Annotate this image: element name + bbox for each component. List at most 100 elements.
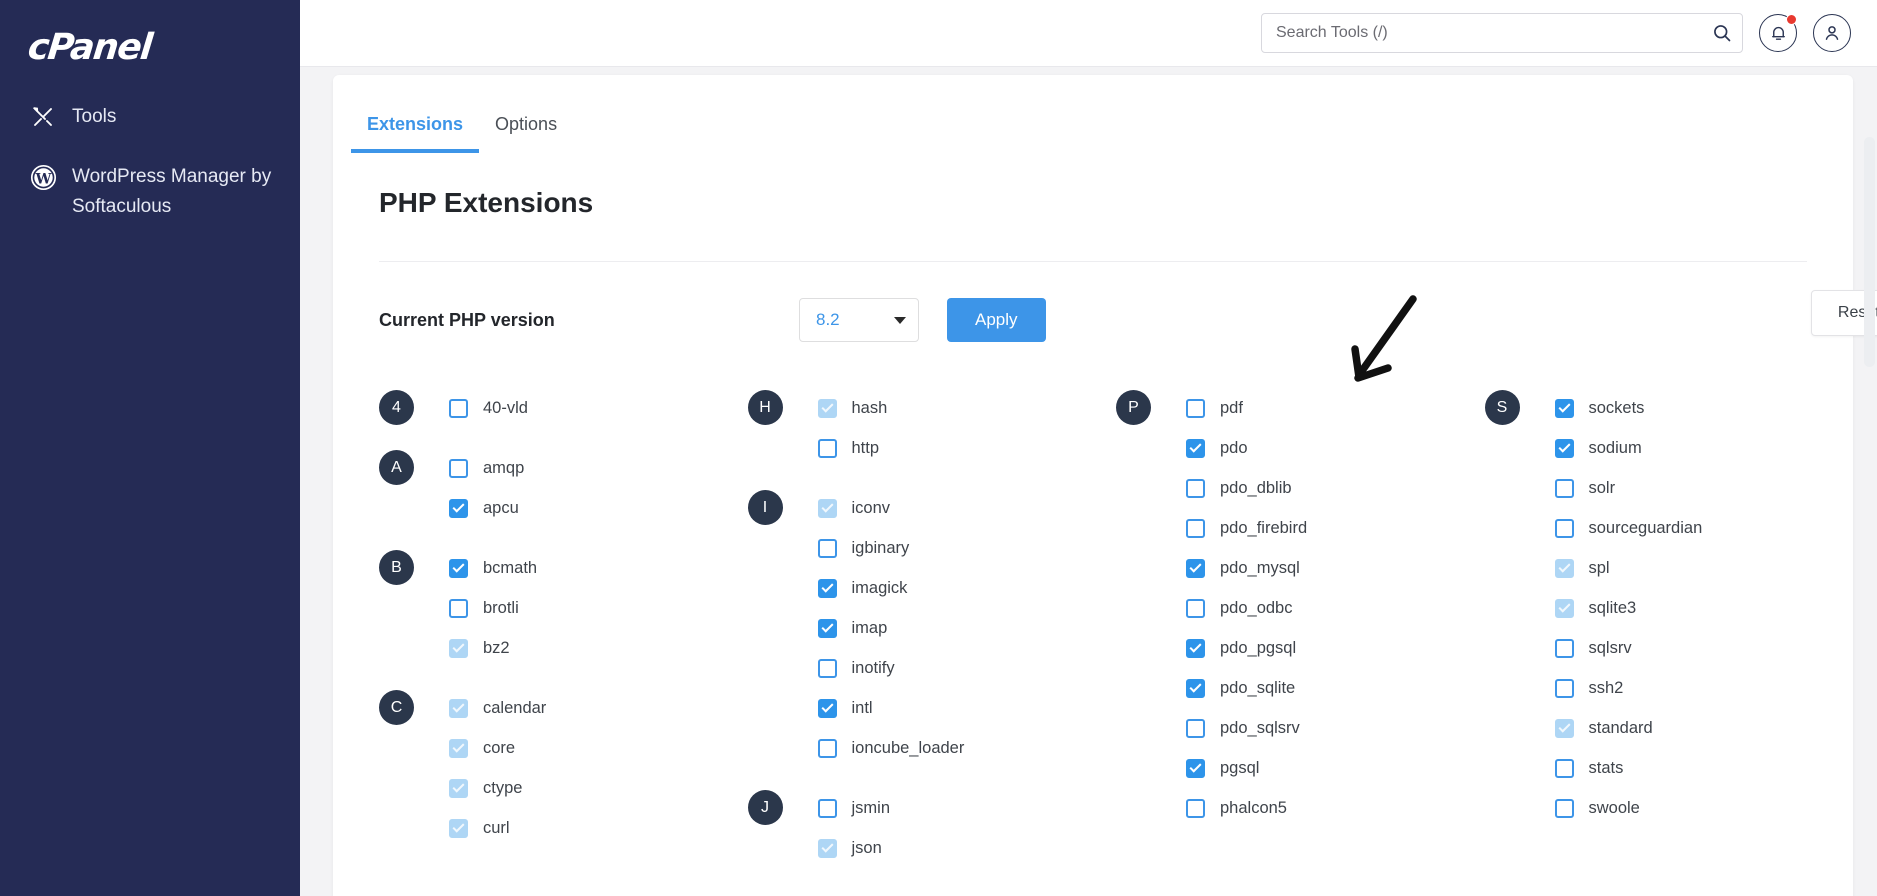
scrollbar-thumb[interactable] bbox=[1864, 137, 1875, 367]
account-button[interactable] bbox=[1813, 14, 1851, 52]
extension-row[interactable]: intl bbox=[817, 688, 1117, 728]
extension-row[interactable]: pdo_dblib bbox=[1186, 468, 1485, 508]
extension-row[interactable]: 40-vld bbox=[449, 388, 748, 428]
checkbox-iconv bbox=[817, 498, 837, 518]
extension-row[interactable]: brotli bbox=[449, 588, 748, 628]
extension-row[interactable]: stats bbox=[1554, 748, 1854, 788]
sidebar-item-tools[interactable]: Tools bbox=[0, 96, 300, 138]
checkbox-pdo_firebird[interactable] bbox=[1186, 518, 1205, 538]
extension-row[interactable]: igbinary bbox=[817, 528, 1117, 568]
checkbox-pdo_mysql[interactable] bbox=[1186, 558, 1205, 578]
extension-row[interactable]: calendar bbox=[449, 688, 748, 728]
checkbox-sourceguardian[interactable] bbox=[1554, 518, 1574, 538]
checkbox-solr[interactable] bbox=[1554, 478, 1574, 498]
checkbox-stats[interactable] bbox=[1554, 758, 1574, 778]
extension-label: spl bbox=[1588, 558, 1610, 577]
extension-label: brotli bbox=[483, 598, 519, 617]
extension-row[interactable]: curl bbox=[449, 808, 748, 848]
extension-row[interactable]: pdo_odbc bbox=[1186, 588, 1485, 628]
checkbox-ioncube_loader[interactable] bbox=[817, 738, 837, 758]
extension-row[interactable]: sqlsrv bbox=[1554, 628, 1854, 668]
checkbox-pdo_pgsql[interactable] bbox=[1186, 638, 1205, 658]
extension-row[interactable]: ioncube_loader bbox=[817, 728, 1117, 768]
extension-row[interactable]: pdo_sqlsrv bbox=[1186, 708, 1485, 748]
tab-options[interactable]: Options bbox=[479, 114, 573, 153]
extension-row[interactable]: pdo_pgsql bbox=[1186, 628, 1485, 668]
extension-row[interactable]: core bbox=[449, 728, 748, 768]
checkbox-brotli[interactable] bbox=[449, 598, 468, 618]
checkbox-intl[interactable] bbox=[817, 698, 837, 718]
checkbox-inotify[interactable] bbox=[817, 658, 837, 678]
search-icon[interactable] bbox=[1711, 22, 1733, 44]
extension-row[interactable]: sqlite3 bbox=[1554, 588, 1854, 628]
extension-label: imap bbox=[851, 618, 888, 637]
checkbox-pdo_odbc[interactable] bbox=[1186, 598, 1205, 618]
extension-row[interactable]: imagick bbox=[817, 568, 1117, 608]
extension-label: ioncube_loader bbox=[851, 738, 965, 757]
extension-label: amqp bbox=[483, 458, 525, 477]
checkbox-sodium[interactable] bbox=[1554, 438, 1574, 458]
checkbox-imap[interactable] bbox=[817, 618, 837, 638]
checkbox-pdo_sqlite[interactable] bbox=[1186, 678, 1205, 698]
group-items: 40-vld bbox=[449, 388, 748, 428]
checkbox-bcmath[interactable] bbox=[449, 558, 468, 578]
extension-row[interactable]: sourceguardian bbox=[1554, 508, 1854, 548]
extension-row[interactable]: iconv bbox=[817, 488, 1117, 528]
php-version-select[interactable]: 8.2 bbox=[799, 298, 919, 342]
checkbox-phalcon5[interactable] bbox=[1186, 798, 1205, 818]
checkbox-pdf[interactable] bbox=[1186, 398, 1205, 418]
extension-row[interactable]: sodium bbox=[1554, 428, 1854, 468]
extension-row[interactable]: pdo_sqlite bbox=[1186, 668, 1485, 708]
extension-row[interactable]: ctype bbox=[449, 768, 748, 808]
topbar bbox=[300, 0, 1877, 67]
sidebar-item-wordpress-manager[interactable]: W WordPress Manager by Softaculous bbox=[0, 156, 300, 228]
checkbox-pgsql[interactable] bbox=[1186, 758, 1205, 778]
extension-row[interactable]: hash bbox=[817, 388, 1117, 428]
checkbox-jsmin[interactable] bbox=[817, 798, 837, 818]
page-scrollbar[interactable] bbox=[1864, 137, 1875, 896]
brand[interactable]: cPanel bbox=[0, 0, 300, 96]
checkbox-sqlsrv[interactable] bbox=[1554, 638, 1574, 658]
extension-row[interactable]: json bbox=[817, 828, 1117, 868]
checkbox-imagick[interactable] bbox=[817, 578, 837, 598]
extension-row[interactable]: solr bbox=[1554, 468, 1854, 508]
extension-row[interactable]: pdo_firebird bbox=[1186, 508, 1485, 548]
extension-row[interactable]: swoole bbox=[1554, 788, 1854, 828]
checkbox-sockets[interactable] bbox=[1554, 398, 1574, 418]
extension-row[interactable]: standard bbox=[1554, 708, 1854, 748]
extension-row[interactable]: pdo_mysql bbox=[1186, 548, 1485, 588]
checkbox-apcu[interactable] bbox=[449, 498, 468, 518]
apply-button[interactable]: Apply bbox=[947, 298, 1046, 342]
checkbox-swoole[interactable] bbox=[1554, 798, 1574, 818]
extension-row[interactable]: inotify bbox=[817, 648, 1117, 688]
checkbox-pdo_dblib[interactable] bbox=[1186, 478, 1205, 498]
extension-row[interactable]: http bbox=[817, 428, 1117, 468]
extension-row[interactable]: pdf bbox=[1186, 388, 1485, 428]
extension-row[interactable]: bz2 bbox=[449, 628, 748, 668]
checkbox-amqp[interactable] bbox=[449, 458, 468, 478]
extension-row[interactable]: phalcon5 bbox=[1186, 788, 1485, 828]
tab-extensions[interactable]: Extensions bbox=[351, 114, 480, 153]
checkbox-pdo_sqlsrv[interactable] bbox=[1186, 718, 1205, 738]
extension-row[interactable]: apcu bbox=[449, 488, 748, 528]
check-icon bbox=[820, 620, 834, 633]
extension-row[interactable]: imap bbox=[817, 608, 1117, 648]
extension-row[interactable]: sockets bbox=[1554, 388, 1854, 428]
extension-row[interactable]: pgsql bbox=[1186, 748, 1485, 788]
extension-row[interactable]: jsmin bbox=[817, 788, 1117, 828]
extension-row[interactable]: pdo bbox=[1186, 428, 1485, 468]
search-input[interactable] bbox=[1261, 13, 1743, 53]
checkbox-pdo[interactable] bbox=[1186, 438, 1205, 458]
extension-row[interactable]: spl bbox=[1554, 548, 1854, 588]
extension-row[interactable]: bcmath bbox=[449, 548, 748, 588]
checkbox-http[interactable] bbox=[817, 438, 837, 458]
checkbox-40-vld[interactable] bbox=[449, 398, 468, 418]
notifications-button[interactable] bbox=[1759, 14, 1797, 52]
extension-row[interactable]: ssh2 bbox=[1554, 668, 1854, 708]
checkbox-ssh2[interactable] bbox=[1554, 678, 1574, 698]
checkbox-igbinary[interactable] bbox=[817, 538, 837, 558]
group-letter-badge: A bbox=[379, 450, 414, 485]
extension-row[interactable]: amqp bbox=[449, 448, 748, 488]
